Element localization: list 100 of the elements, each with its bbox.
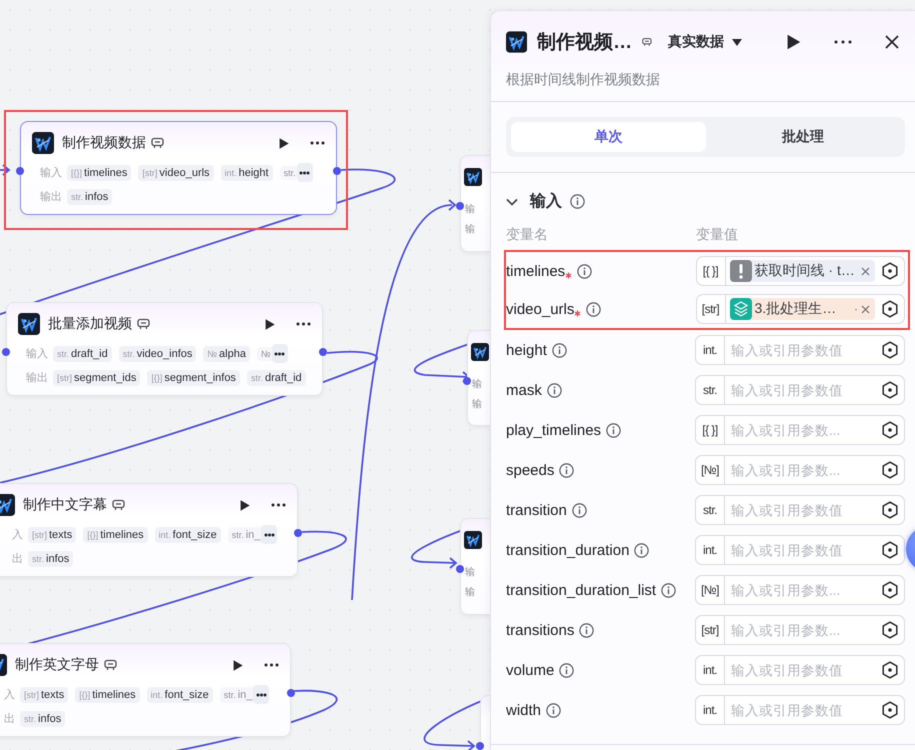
more-button[interactable] xyxy=(271,503,286,507)
port-dot[interactable] xyxy=(463,377,471,385)
target-icon[interactable] xyxy=(881,461,899,479)
type-label: str. xyxy=(24,714,36,724)
parameter-field[interactable]: [str] 输入或引用参数... xyxy=(695,615,905,645)
port-label: 输 xyxy=(472,378,482,391)
target-icon[interactable] xyxy=(881,421,899,439)
target-icon[interactable] xyxy=(881,541,899,559)
play-icon xyxy=(231,658,244,672)
type-label: str. xyxy=(250,372,263,382)
expand-button[interactable] xyxy=(272,344,288,363)
close-button[interactable] xyxy=(884,34,900,50)
input-field[interactable]: 输入或引用参数... xyxy=(725,582,881,598)
parameter-field[interactable]: int. 输入或引用参数值 xyxy=(695,535,905,565)
port-label: 输入 xyxy=(39,166,62,180)
parameter-field[interactable]: int. 输入或引用参数值 xyxy=(695,335,905,365)
port-dot[interactable] xyxy=(2,348,10,356)
parameter-field[interactable]: [{ }] 获取时间线 · t… xyxy=(696,256,905,286)
tab[interactable]: 批处理 xyxy=(706,122,900,152)
reference-label: 3.批处理生… xyxy=(754,300,836,318)
run-button[interactable] xyxy=(231,658,244,672)
more-button[interactable] xyxy=(264,663,279,667)
port-dot[interactable] xyxy=(287,689,295,697)
run-button[interactable] xyxy=(238,498,251,512)
goggles-icon xyxy=(104,659,117,671)
target-icon[interactable] xyxy=(881,621,899,639)
type-label: int. xyxy=(696,656,725,684)
close-icon xyxy=(884,34,900,50)
type-label: [str] xyxy=(57,372,72,382)
remove-icon[interactable] xyxy=(861,266,870,276)
parameter-name: transition_duration xyxy=(506,542,630,558)
parameter-field[interactable]: int. 输入或引用参数值 xyxy=(695,695,905,725)
target-icon[interactable] xyxy=(881,701,899,719)
type-label: [{ }] xyxy=(696,257,726,285)
column-header: 变量值 xyxy=(696,226,738,244)
port-label: 输出 xyxy=(39,190,62,204)
target-icon[interactable] xyxy=(881,581,899,599)
run-button[interactable] xyxy=(277,136,290,150)
parameter-name: speeds xyxy=(506,462,554,478)
target-icon[interactable] xyxy=(881,501,899,519)
type-label: [{}] xyxy=(71,168,82,178)
target-icon[interactable] xyxy=(881,381,899,399)
parameter-name: video_infos xyxy=(136,348,192,360)
port-label: 输出 xyxy=(25,371,48,385)
expand-button[interactable] xyxy=(296,163,313,182)
parameter-field[interactable]: str. 输入或引用参数值 xyxy=(695,375,905,405)
input-field[interactable]: 输入或引用参数... xyxy=(725,622,881,638)
remove-icon[interactable] xyxy=(861,304,870,314)
input-field[interactable]: 输入或引用参数... xyxy=(725,422,881,438)
expand-button[interactable] xyxy=(253,685,270,704)
mode-dropdown[interactable]: 真实数据 xyxy=(668,33,742,51)
port-dot[interactable] xyxy=(319,348,327,356)
parameter-field[interactable]: [№] 输入或引用参数... xyxy=(695,455,905,485)
info-icon xyxy=(546,382,562,398)
port-dot[interactable] xyxy=(294,529,302,537)
more-button[interactable] xyxy=(296,322,311,326)
panel-title: 制作视频… xyxy=(537,30,632,55)
input-field[interactable]: 输入或引用参数... xyxy=(725,462,881,478)
parameter-name: volume xyxy=(506,662,554,678)
input-field[interactable]: 输入或引用参数值 xyxy=(725,342,881,358)
more-button[interactable] xyxy=(310,141,325,145)
port-label: 入 xyxy=(3,688,15,702)
input-field[interactable]: 输入或引用参数值 xyxy=(725,382,881,398)
run-button[interactable] xyxy=(263,318,276,330)
port-dot[interactable] xyxy=(333,167,341,175)
parameter-field[interactable]: [№] 输入或引用参数... xyxy=(695,575,905,605)
parameter-field[interactable]: [str] 3.批处理生… · xyxy=(696,294,905,324)
target-icon[interactable] xyxy=(881,341,899,359)
parameter-field[interactable]: int. 输入或引用参数值 xyxy=(695,655,905,685)
info-icon xyxy=(661,582,676,598)
target-icon[interactable] xyxy=(881,661,899,679)
reference-tag[interactable]: 3.批处理生… · xyxy=(730,298,875,320)
reference-tag[interactable]: 获取时间线 · t… xyxy=(730,260,875,282)
input-field[interactable]: 输入或引用参数值 xyxy=(725,542,881,558)
port-dot[interactable] xyxy=(456,565,464,573)
warning-icon xyxy=(730,260,752,282)
info-icon xyxy=(572,502,587,518)
tab[interactable]: 单次 xyxy=(511,122,706,152)
input-field[interactable]: 输入或引用参数值 xyxy=(725,502,881,518)
info-icon xyxy=(579,622,594,638)
more-icon xyxy=(274,352,286,356)
type-label: str. xyxy=(284,168,296,178)
parameter-field[interactable]: str. 输入或引用参数值 xyxy=(695,495,905,525)
port-dot[interactable] xyxy=(456,202,464,210)
parameter-name: timelines xyxy=(100,528,144,540)
more-button[interactable] xyxy=(834,40,852,44)
target-icon[interactable] xyxy=(881,262,899,280)
target-icon[interactable] xyxy=(881,300,899,318)
parameter-field[interactable]: [{ }] 输入或引用参数... xyxy=(695,415,905,445)
type-label: str. xyxy=(71,192,84,202)
port-dot[interactable] xyxy=(16,167,24,175)
type-label: [№] xyxy=(696,456,725,484)
input-field[interactable]: 输入或引用参数值 xyxy=(725,702,881,718)
input-field[interactable]: 输入或引用参数值 xyxy=(725,662,881,678)
expand-button[interactable] xyxy=(261,525,278,544)
parameter-name: video_urls xyxy=(506,300,574,318)
port-label: 输 xyxy=(465,586,475,599)
port-label: 出 xyxy=(3,712,15,726)
node-title: 批量添加视频 xyxy=(48,315,132,333)
port-dot[interactable] xyxy=(476,742,484,750)
